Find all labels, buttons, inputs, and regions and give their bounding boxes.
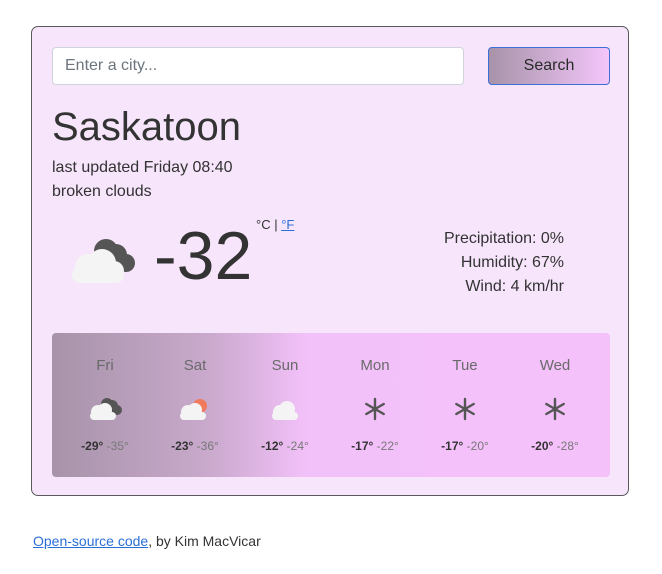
humidity: Humidity: 67% xyxy=(460,254,564,271)
forecast-temps: -17° -22° xyxy=(330,439,420,453)
celsius-unit: °C xyxy=(256,217,271,232)
forecast-day: Sun -12° -24° xyxy=(240,333,330,477)
forecast-min: -28° xyxy=(556,439,579,453)
forecast-day-name: Tue xyxy=(452,357,478,374)
snowflake-icon xyxy=(455,397,475,421)
forecast-max: -17° xyxy=(441,439,464,453)
forecast-temps: -20° -28° xyxy=(510,439,600,453)
weather-card: Search Saskatoon last updated Friday 08:… xyxy=(31,26,629,496)
precipitation: Precipitation: 0% xyxy=(443,230,564,247)
forecast-min: -35° xyxy=(106,439,129,453)
forecast-temps: -29° -35° xyxy=(60,439,150,453)
forecast-temps: -12° -24° xyxy=(240,439,330,453)
forecast-day-name: Sat xyxy=(183,357,207,374)
forecast-max: -12° xyxy=(261,439,284,453)
forecast-day: Tue -17° -20° xyxy=(420,333,510,477)
unit-separator: | xyxy=(270,217,282,232)
search-button[interactable]: Search xyxy=(488,47,610,85)
snowflake-icon xyxy=(545,397,565,421)
forecast-day-name: Sun xyxy=(271,357,299,374)
last-updated: last updated Friday 08:40 xyxy=(52,159,233,176)
source-code-link[interactable]: Open-source code xyxy=(33,533,148,549)
forecast-temps: -23° -36° xyxy=(150,439,240,453)
weather-description: broken clouds xyxy=(52,183,152,200)
footer: Open-source code, by Kim MacVicar xyxy=(33,533,261,549)
fahrenheit-link[interactable]: °F xyxy=(281,217,294,232)
forecast-max: -17° xyxy=(351,439,374,453)
cloud-icon xyxy=(272,401,298,420)
search-input[interactable] xyxy=(52,47,464,85)
forecast-day: Fri -29° -35° xyxy=(60,333,150,477)
forecast-min: -22° xyxy=(376,439,399,453)
city-name: Saskatoon xyxy=(52,105,242,149)
wind: Wind: 4 km/hr xyxy=(465,278,564,295)
forecast-day: Sat -23° -36° xyxy=(150,333,240,477)
forecast-strip: Fri -29° -35° Sat -23° -36° Sun -12° -24… xyxy=(52,333,610,477)
forecast-day: Mon -17° -22° xyxy=(330,333,420,477)
forecast-max: -23° xyxy=(171,439,194,453)
forecast-day-name: Wed xyxy=(539,357,571,374)
broken-clouds-icon xyxy=(72,239,135,283)
forecast-day-name: Fri xyxy=(96,357,114,374)
forecast-day: Wed -20° -28° xyxy=(510,333,600,477)
forecast-min: -36° xyxy=(196,439,219,453)
footer-credit: , by Kim MacVicar xyxy=(148,533,261,549)
broken-clouds-icon xyxy=(90,398,122,420)
current-temperature: -32 xyxy=(154,218,253,294)
snowflake-icon xyxy=(365,397,385,421)
forecast-max: -29° xyxy=(81,439,104,453)
forecast-min: -20° xyxy=(466,439,489,453)
weather-stats: Precipitation: 0% Humidity: 67% Wind: 4 … xyxy=(444,227,564,299)
sun-behind-cloud-icon xyxy=(180,399,207,420)
forecast-day-name: Mon xyxy=(360,357,390,374)
forecast-min: -24° xyxy=(286,439,309,453)
forecast-max: -20° xyxy=(531,439,554,453)
unit-toggle: °C | °F xyxy=(256,217,294,232)
forecast-temps: -17° -20° xyxy=(420,439,510,453)
